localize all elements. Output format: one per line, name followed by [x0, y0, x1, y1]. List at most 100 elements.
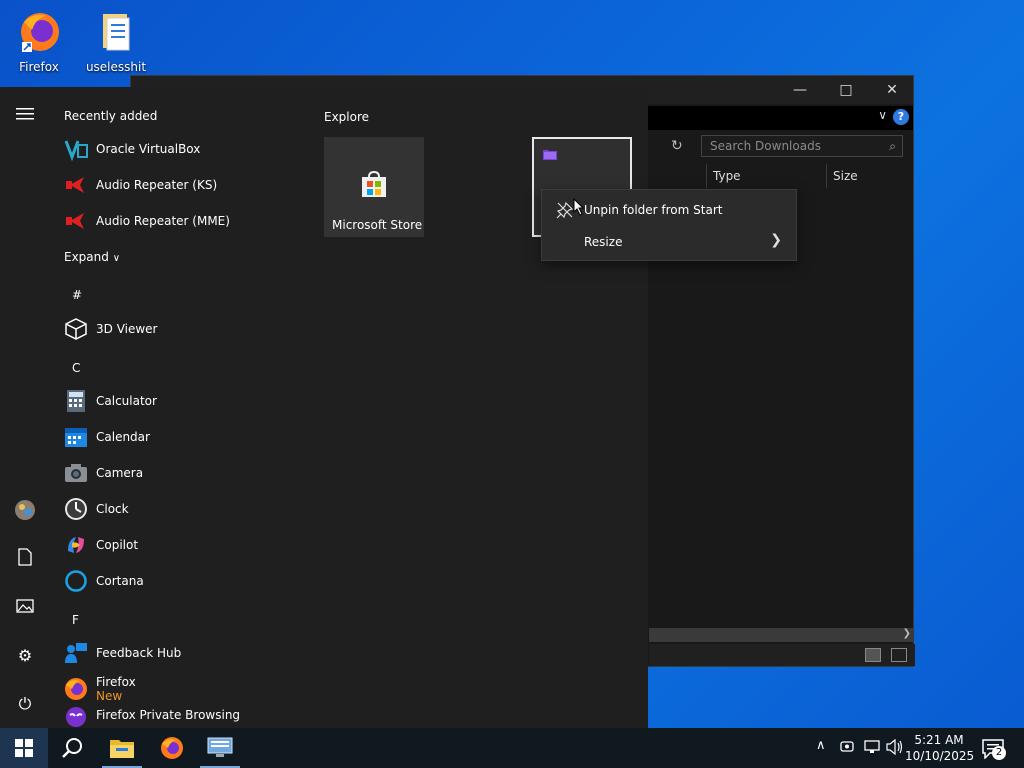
action-center-button[interactable]: 2	[980, 736, 1008, 762]
pictures-icon[interactable]	[13, 596, 37, 620]
app-name: Feedback Hub	[96, 646, 182, 660]
network-icon[interactable]	[864, 740, 880, 758]
app-firefox[interactable]: Firefox New	[64, 673, 136, 705]
menu-item-label: Resize	[584, 235, 623, 249]
desktop-icon-label: Firefox	[19, 60, 59, 74]
documents-icon[interactable]	[13, 548, 37, 572]
app-name: Audio Repeater (KS)	[96, 178, 218, 192]
settings-gear-icon[interactable]: ⚙	[13, 644, 37, 668]
letter-header-c[interactable]: C	[72, 361, 80, 375]
tile-label: Microsoft Store	[332, 218, 423, 232]
app-camera[interactable]: Camera	[64, 459, 143, 487]
store-icon	[358, 169, 390, 204]
cube-icon	[64, 317, 88, 341]
user-avatar-icon[interactable]	[13, 499, 37, 523]
camera-icon	[64, 461, 88, 485]
chevron-right-icon: ❯	[770, 232, 782, 248]
expand-button[interactable]: Expand ∨	[64, 250, 120, 264]
menu-item-label: Unpin folder from Start	[584, 203, 723, 217]
search-placeholder: Search Downloads	[710, 139, 821, 153]
recently-added-header: Recently added	[64, 109, 158, 123]
notification-count-badge: 2	[992, 746, 1006, 760]
search-button[interactable]	[48, 728, 96, 768]
desktop-icon-uselesshit[interactable]: uselesshit	[84, 8, 148, 74]
taskbar: ∧	[0, 728, 1024, 768]
letter-header-f[interactable]: F	[72, 613, 79, 627]
app-name: Calculator	[96, 394, 157, 408]
app-calendar[interactable]: Calendar	[64, 423, 150, 451]
clock-icon	[64, 497, 88, 521]
app-name: 3D Viewer	[96, 322, 158, 336]
taskbar-clock[interactable]: 5:21 AM 10/10/2025	[905, 732, 975, 764]
app-feedback-hub[interactable]: Feedback Hub	[64, 639, 181, 667]
folder-icon	[543, 148, 557, 163]
search-icon: ⌕	[889, 139, 896, 153]
app-name: Copilot	[96, 538, 139, 552]
app-cortana[interactable]: Cortana	[64, 567, 144, 595]
start-button[interactable]	[0, 728, 48, 768]
explore-group-header[interactable]: Explore	[324, 110, 369, 124]
app-name: Clock	[96, 502, 129, 516]
app-oracle-virtualbox[interactable]: Oracle VirtualBox	[64, 135, 200, 163]
start-menu: ⚙ ⏻ Recently added Oracle VirtualBox Aud…	[0, 87, 648, 728]
audio-repeater-icon	[64, 209, 88, 233]
firefox-icon	[161, 737, 183, 759]
tile-microsoft-store[interactable]: Microsoft Store	[324, 137, 424, 237]
firefox-icon	[64, 677, 88, 701]
desktop-icon-label: uselesshit	[85, 60, 147, 74]
start-rail: ⚙ ⏻	[0, 87, 50, 728]
app-name: Oracle VirtualBox	[96, 142, 201, 156]
desktop-icon-firefox[interactable]: Firefox	[7, 8, 71, 74]
help-icon[interactable]: ?	[893, 109, 909, 125]
show-hidden-icons-chevron-up-icon[interactable]: ∧	[816, 738, 826, 753]
app-clock[interactable]: Clock	[64, 495, 129, 523]
volume-icon[interactable]	[886, 738, 904, 759]
horizontal-scrollbar[interactable]: ❯	[649, 628, 913, 642]
minimize-button[interactable]: —	[777, 76, 823, 104]
webcam-icon[interactable]	[840, 739, 854, 759]
app-name: Firefox Private Browsing	[96, 708, 241, 722]
clock-time: 5:21 AM	[914, 733, 964, 747]
app-copilot[interactable]: Copilot	[64, 531, 138, 559]
windows-logo-icon	[15, 739, 33, 757]
maximize-button[interactable]: □	[823, 76, 869, 104]
app-name: Audio Repeater (MME)	[96, 214, 230, 228]
app-3d-viewer[interactable]: 3D Viewer	[64, 315, 157, 343]
unpin-icon	[556, 201, 574, 219]
app-name: Calendar	[96, 430, 150, 444]
large-icons-view-icon[interactable]	[891, 648, 907, 662]
close-button[interactable]: ✕	[869, 76, 915, 104]
mouse-cursor-icon	[573, 197, 585, 216]
firefox-icon	[16, 8, 62, 54]
ribbon-collapse-icon[interactable]: ∨	[878, 108, 887, 122]
app-audio-repeater-mme[interactable]: Audio Repeater (MME)	[64, 207, 230, 235]
feedback-hub-icon	[64, 641, 88, 665]
resize-menu-item[interactable]: Resize ❯	[542, 226, 796, 258]
app-name: Cortana	[96, 574, 144, 588]
column-header-size[interactable]: Size	[826, 164, 906, 188]
search-input[interactable]: Search Downloads ⌕	[701, 135, 903, 157]
taskbar-firefox[interactable]	[148, 728, 196, 768]
expand-label: Expand	[64, 250, 109, 264]
refresh-icon[interactable]: ↻	[671, 138, 683, 154]
chevron-right-icon[interactable]: ❯	[903, 628, 911, 639]
search-icon	[62, 738, 82, 758]
monitor-icon	[207, 737, 233, 757]
folder-icon	[93, 8, 139, 54]
clock-date: 10/10/2025	[905, 749, 975, 763]
audio-repeater-icon	[64, 173, 88, 197]
app-firefox-private-browsing[interactable]: Firefox Private Browsing	[64, 703, 240, 727]
power-icon[interactable]: ⏻	[13, 692, 37, 716]
taskbar-file-explorer[interactable]	[98, 728, 146, 768]
cortana-icon	[64, 569, 88, 593]
column-header-type[interactable]: Type	[706, 164, 826, 188]
app-name: Camera	[96, 466, 144, 480]
app-audio-repeater-ks[interactable]: Audio Repeater (KS)	[64, 171, 217, 199]
app-name: Firefox	[96, 675, 136, 689]
taskbar-remote-desktop[interactable]	[196, 728, 244, 768]
letter-header-hash[interactable]: #	[72, 288, 82, 302]
details-view-icon[interactable]	[865, 648, 881, 662]
hamburger-menu-icon[interactable]	[13, 104, 37, 128]
app-calculator[interactable]: Calculator	[64, 387, 157, 415]
folder-icon	[110, 740, 134, 758]
